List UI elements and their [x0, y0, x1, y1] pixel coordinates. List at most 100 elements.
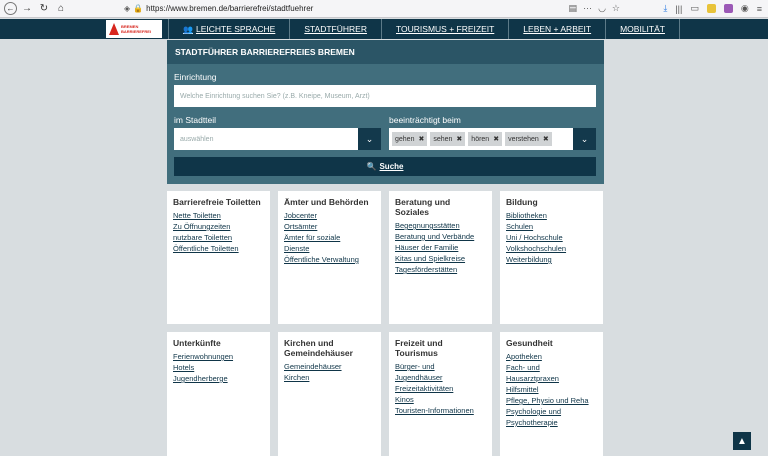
nav-item-label: LEBEN + ARBEIT: [523, 24, 592, 34]
chevron-down-icon: ⌄: [365, 133, 374, 144]
district-select[interactable]: auswählen: [174, 128, 358, 150]
pocket-icon[interactable]: ◡: [598, 3, 606, 14]
card-link[interactable]: Schulen: [506, 221, 597, 232]
impaired-label: beeinträchtigt beim: [389, 115, 461, 125]
nav-item-label: LEICHTE SPRACHE: [195, 24, 276, 34]
card-link[interactable]: Uni / Hochschule: [506, 232, 597, 243]
card-link[interactable]: Beratung und Verbände: [395, 231, 486, 242]
nav-item-tourismus[interactable]: TOURISMUS + FREIZEIT: [382, 19, 510, 39]
category-card-freizeit: Freizeit und Tourismus Bürger- und Jugen…: [389, 332, 492, 456]
remove-icon[interactable]: ✖: [418, 135, 424, 143]
nav-item-leichte-sprache[interactable]: 👥 LEICHTE SPRACHE: [168, 19, 291, 39]
logo-line-2: BARRIEREFREI: [121, 29, 152, 34]
account-icon[interactable]: ◉: [741, 3, 749, 14]
reader-view-icon[interactable]: ▤: [569, 3, 578, 14]
card-link[interactable]: Fach- und Hausarztpraxen: [506, 362, 566, 384]
remove-icon[interactable]: ✖: [456, 135, 462, 143]
browser-toolbar: ← → ↻ ⌂ ◈ 🔒 https://www.bremen.de/barrie…: [0, 0, 768, 18]
nav-item-mobilitaet[interactable]: MOBILITÄT: [606, 19, 680, 39]
people-icon: 👥: [183, 24, 193, 34]
card-link[interactable]: Häuser der Familie: [395, 242, 486, 253]
tag-sehen[interactable]: sehen ✖: [430, 132, 466, 146]
tag-gehen[interactable]: gehen ✖: [392, 132, 428, 146]
card-title: Bildung: [506, 197, 538, 207]
card-link[interactable]: Begegnungsstätten: [395, 220, 486, 231]
search-panel: STADTFÜHRER BARRIEREFREIES BREMEN Einric…: [167, 40, 604, 184]
card-title: Barrierefreie Toiletten: [173, 197, 261, 207]
card-link[interactable]: Kitas und Spielkreise: [395, 253, 486, 264]
category-card-beratung: Beratung und Soziales Begegnungsstätten …: [389, 191, 492, 324]
more-icon[interactable]: ···: [583, 3, 592, 14]
forward-icon[interactable]: →: [20, 2, 34, 16]
nav-item-label: TOURISMUS + FREIZEIT: [395, 24, 495, 34]
category-card-kirchen: Kirchen und Gemeindehäuser Gemeindehäuse…: [278, 332, 381, 456]
card-link[interactable]: Ortsämter: [284, 221, 375, 232]
chevron-down-icon: ⌄: [580, 133, 589, 144]
card-link[interactable]: Volkshochschulen: [506, 243, 597, 254]
scroll-to-top-button[interactable]: ▲: [733, 432, 751, 450]
reload-icon[interactable]: ↻: [37, 2, 51, 16]
card-link[interactable]: Bürger- und Jugendhäuser: [395, 361, 455, 383]
card-link[interactable]: Kinos: [395, 394, 486, 405]
search-panel-title: STADTFÜHRER BARRIEREFREIES BREMEN: [167, 40, 604, 64]
bookmark-star-icon[interactable]: ☆: [612, 3, 620, 14]
card-link[interactable]: Hilfsmittel: [506, 384, 597, 395]
card-link[interactable]: Zu Öffnungzeiten nutzbare Toiletten: [173, 221, 243, 243]
remove-icon[interactable]: ✖: [543, 135, 549, 143]
category-card-unterkuenfte: Unterkünfte Ferienwohnungen Hotels Jugen…: [167, 332, 270, 456]
card-link[interactable]: Pflege, Physio und Reha: [506, 395, 597, 406]
nav-item-stadtfuehrer[interactable]: STADTFÜHRER: [290, 19, 382, 39]
category-card-gesundheit: Gesundheit Apotheken Fach- und Hausarztp…: [500, 332, 603, 456]
url-text: https://www.bremen.de/barrierefrei/stadt…: [146, 4, 314, 13]
facility-input[interactable]: Welche Einrichtung suchen Sie? (z.B. Kne…: [174, 85, 596, 107]
nav-item-leben-arbeit[interactable]: LEBEN + ARBEIT: [509, 19, 607, 39]
card-link[interactable]: Bibliotheken: [506, 210, 597, 221]
site-navigation: BREMEN BARRIEREFREI 👥 LEICHTE SPRACHE ST…: [0, 19, 768, 39]
card-title: Gesundheit: [506, 338, 553, 348]
home-icon[interactable]: ⌂: [54, 2, 68, 16]
card-link[interactable]: Apotheken: [506, 351, 597, 362]
extension-icon[interactable]: [706, 4, 716, 13]
district-dropdown-button[interactable]: ⌄: [358, 128, 381, 150]
card-link[interactable]: Nette Toiletten: [173, 210, 264, 221]
card-link[interactable]: Touristen-Informationen: [395, 405, 486, 416]
impairment-dropdown-button[interactable]: ⌄: [573, 128, 596, 150]
download-icon[interactable]: ⤓: [663, 3, 667, 14]
impairment-select[interactable]: gehen ✖ sehen ✖ hören ✖ verstehen ✖: [389, 128, 573, 150]
card-link[interactable]: Ämter für soziale Dienste: [284, 232, 354, 254]
card-link[interactable]: Jobcenter: [284, 210, 375, 221]
back-icon[interactable]: ←: [4, 2, 17, 15]
remove-icon[interactable]: ✖: [493, 135, 499, 143]
logo-mark-icon: [109, 23, 119, 35]
search-icon: 🔍: [366, 162, 377, 171]
card-title: Beratung und Soziales: [395, 197, 451, 217]
card-link[interactable]: Weiterbildung: [506, 254, 597, 265]
card-link[interactable]: Gemeindehäuser: [284, 361, 375, 372]
address-bar[interactable]: ◈ 🔒 https://www.bremen.de/barrierefrei/s…: [124, 2, 624, 16]
card-link[interactable]: Psychologie und Psychotherapie: [506, 406, 566, 428]
library-icon[interactable]: |||: [675, 4, 682, 14]
tag-hoeren[interactable]: hören ✖: [468, 132, 503, 146]
category-card-bildung: Bildung Bibliotheken Schulen Uni / Hochs…: [500, 191, 603, 324]
card-title: Freizeit und Tourismus: [395, 338, 443, 358]
card-link[interactable]: Hotels: [173, 362, 264, 373]
search-button-label: Suche: [379, 162, 404, 171]
card-link[interactable]: Jugendherberge: [173, 373, 264, 384]
bremen-logo[interactable]: BREMEN BARRIEREFREI: [106, 20, 162, 38]
extension-2-icon[interactable]: [723, 4, 733, 13]
category-card-aemter: Ämter und Behörden Jobcenter Ortsämter Ä…: [278, 191, 381, 324]
district-label: im Stadtteil: [174, 115, 217, 125]
sidebar-icon[interactable]: ▭: [690, 3, 699, 14]
menu-icon[interactable]: ≡: [757, 4, 762, 14]
card-title: Unterkünfte: [173, 338, 221, 348]
category-card-toiletten: Barrierefreie Toiletten Nette Toiletten …: [167, 191, 270, 324]
card-link[interactable]: Öffentliche Verwaltung: [284, 254, 375, 265]
card-link[interactable]: Ferienwohnungen: [173, 351, 264, 362]
tag-verstehen[interactable]: verstehen ✖: [505, 132, 552, 146]
card-link[interactable]: Kirchen: [284, 372, 375, 383]
card-link[interactable]: Öffentliche Toiletten: [173, 243, 264, 254]
search-button[interactable]: 🔍 Suche: [174, 157, 596, 176]
facility-label: Einrichtung: [174, 72, 217, 82]
card-link[interactable]: Freizeitaktivitäten: [395, 383, 486, 394]
card-link[interactable]: Tagesförderstätten: [395, 264, 486, 275]
